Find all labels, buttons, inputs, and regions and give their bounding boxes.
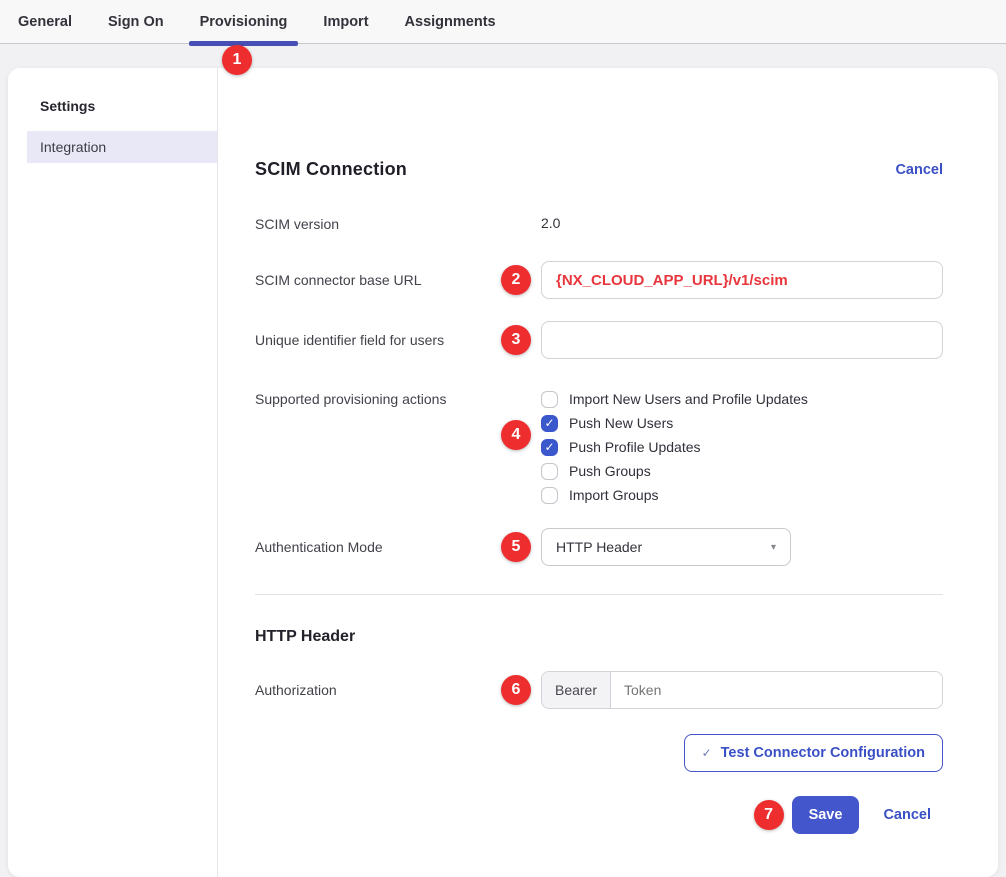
checkbox-icon[interactable] — [541, 463, 558, 480]
tab-assignments[interactable]: Assignments — [387, 0, 514, 43]
checkbox-label: Import Groups — [569, 487, 658, 503]
bearer-prefix: Bearer — [542, 672, 611, 708]
tab-sign-on-label: Sign On — [108, 14, 164, 30]
annotation-badge-3: 3 — [501, 325, 531, 355]
test-connector-row: ✓ Test Connector Configuration — [255, 734, 943, 772]
checkbox-label: Push Groups — [569, 463, 651, 479]
token-input[interactable] — [611, 672, 942, 708]
tab-import[interactable]: Import — [305, 0, 386, 43]
checkbox-row-push-groups[interactable]: Push Groups — [541, 459, 943, 483]
auth-mode-label: Authentication Mode — [255, 539, 541, 555]
annotation-badge-5: 5 — [501, 532, 531, 562]
base-url-input[interactable] — [541, 261, 943, 299]
provisioning-actions-label: Supported provisioning actions — [255, 387, 541, 411]
checkbox-icon[interactable] — [541, 439, 558, 456]
scim-version-row: SCIM version 2.0 — [255, 215, 943, 233]
unique-id-row: Unique identifier field for users 3 — [255, 321, 943, 359]
scim-version-label: SCIM version — [255, 216, 541, 232]
check-icon: ✓ — [702, 746, 712, 760]
tab-general-label: General — [18, 14, 72, 30]
annotation-badge-7: 7 — [754, 800, 784, 830]
annotation-badge-1: 1 — [222, 45, 252, 75]
annotation-badge-2: 2 — [501, 265, 531, 295]
base-url-label: SCIM connector base URL — [255, 272, 541, 288]
checkbox-icon[interactable] — [541, 391, 558, 408]
tab-general[interactable]: General — [0, 0, 90, 43]
auth-mode-row: Authentication Mode 5 HTTP Header ▾ — [255, 528, 943, 566]
page-title: SCIM Connection — [255, 159, 407, 180]
checkbox-icon[interactable] — [541, 487, 558, 504]
tab-active-underline — [189, 41, 299, 46]
checkbox-label: Push New Users — [569, 415, 673, 431]
section-divider — [255, 594, 943, 595]
sidebar-header: Settings — [27, 98, 217, 120]
checkbox-label: Import New Users and Profile Updates — [569, 391, 808, 407]
base-url-row: SCIM connector base URL 2 — [255, 261, 943, 299]
main-card: Settings Integration SCIM Connection Can… — [8, 68, 998, 877]
tab-import-label: Import — [323, 14, 368, 30]
unique-id-input[interactable] — [541, 321, 943, 359]
checkbox-icon[interactable] — [541, 415, 558, 432]
tab-provisioning-label: Provisioning — [200, 14, 288, 30]
save-button[interactable]: Save — [792, 796, 860, 834]
annotation-badge-6: 6 — [501, 675, 531, 705]
tab-provisioning[interactable]: Provisioning — [182, 0, 306, 43]
annotation-badge-4: 4 — [501, 420, 531, 450]
test-connector-button[interactable]: ✓ Test Connector Configuration — [684, 734, 943, 772]
authorization-input-group: Bearer — [541, 671, 943, 709]
tab-sign-on[interactable]: Sign On — [90, 0, 182, 43]
checkbox-label: Push Profile Updates — [569, 439, 701, 455]
checkbox-row-import-groups[interactable]: Import Groups — [541, 483, 943, 507]
checkbox-row-push-profile-updates[interactable]: Push Profile Updates — [541, 435, 943, 459]
scim-version-value: 2.0 — [541, 215, 560, 231]
settings-sidebar: Settings Integration — [8, 68, 218, 877]
test-connector-button-label: Test Connector Configuration — [721, 745, 925, 761]
checkbox-row-push-new-users[interactable]: Push New Users — [541, 411, 943, 435]
authorization-label: Authorization — [255, 682, 541, 698]
scim-connection-form: SCIM Connection Cancel SCIM version 2.0 … — [218, 68, 998, 877]
auth-mode-select[interactable]: HTTP Header ▾ — [541, 528, 791, 566]
authorization-row: Authorization 6 Bearer — [255, 671, 943, 709]
unique-id-label: Unique identifier field for users — [255, 332, 541, 348]
provisioning-actions-list: Import New Users and Profile Updates Pus… — [541, 387, 943, 507]
form-header: SCIM Connection Cancel — [255, 159, 943, 180]
cancel-link-top[interactable]: Cancel — [895, 162, 943, 178]
sidebar-item-integration[interactable]: Integration — [27, 131, 217, 163]
tab-bar: General Sign On Provisioning Import Assi… — [0, 0, 1006, 44]
checkbox-row-import-new-users[interactable]: Import New Users and Profile Updates — [541, 387, 943, 411]
auth-mode-selected-value: HTTP Header — [556, 539, 642, 555]
http-header-section-title: HTTP Header — [255, 628, 943, 646]
cancel-link-bottom[interactable]: Cancel — [883, 807, 931, 823]
tab-assignments-label: Assignments — [405, 14, 496, 30]
provisioning-actions-row: Supported provisioning actions 4 Import … — [255, 387, 943, 507]
chevron-down-icon: ▾ — [771, 542, 776, 553]
form-footer: 7 Save Cancel — [255, 796, 943, 834]
